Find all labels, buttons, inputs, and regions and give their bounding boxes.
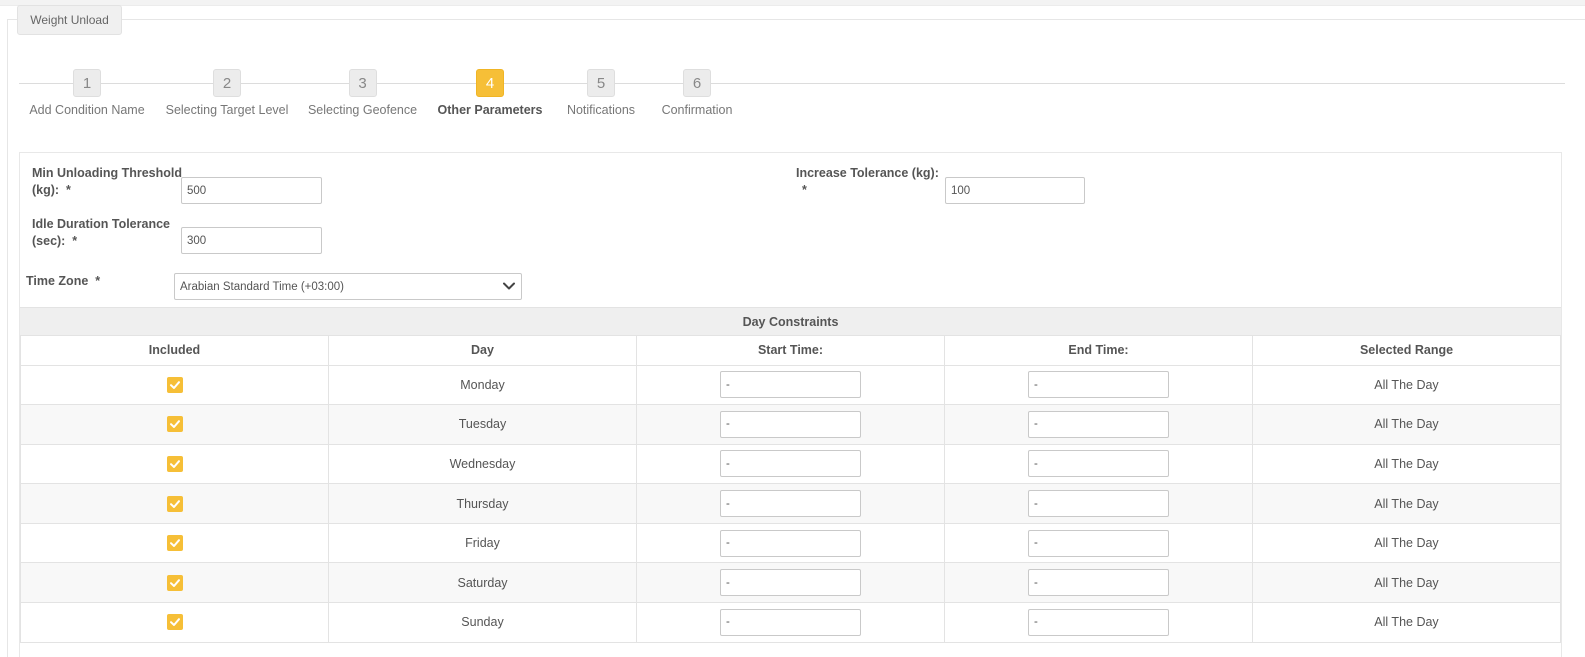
start-time-input[interactable] — [720, 410, 861, 438]
step-label: Confirmation — [661, 103, 733, 117]
start-time-input[interactable] — [720, 529, 861, 557]
included-checkbox[interactable] — [166, 416, 183, 433]
step-label: Add Condition Name — [29, 103, 145, 117]
day-name: Sunday — [328, 602, 637, 643]
included-checkbox[interactable] — [166, 574, 183, 591]
check-icon — [169, 578, 180, 587]
step-label: Other Parameters — [437, 103, 543, 117]
table-row: Wednesday All The Day — [20, 444, 1561, 485]
table-row: Saturday All The Day — [20, 562, 1561, 604]
table-row: Sunday All The Day — [20, 602, 1561, 643]
included-checkbox[interactable] — [166, 455, 183, 472]
selected-range: All The Day — [1252, 404, 1561, 445]
check-icon — [169, 380, 180, 389]
step-number: 4 — [476, 69, 504, 97]
column-header-selected-range: Selected Range — [1252, 336, 1561, 366]
day-name: Tuesday — [328, 404, 637, 445]
end-time-input[interactable] — [1028, 608, 1169, 636]
min-unloading-label: Min Unloading Threshold (kg): * — [32, 166, 182, 197]
day-constraints-header: Day Constraints — [20, 307, 1561, 336]
increase-tolerance-label: Increase Tolerance (kg): * — [796, 166, 939, 197]
wizard-step-5[interactable]: 5 Notifications — [566, 69, 636, 117]
top-bar — [0, 0, 1585, 6]
start-time-input[interactable] — [720, 608, 861, 636]
check-icon — [169, 539, 180, 548]
wizard-step-4[interactable]: 4 Other Parameters — [437, 69, 543, 117]
min-unloading-input[interactable] — [181, 177, 322, 204]
included-checkbox[interactable] — [166, 535, 183, 552]
selected-range: All The Day — [1252, 444, 1561, 485]
end-time-input[interactable] — [1028, 371, 1169, 399]
step-label: Selecting Target Level — [165, 103, 289, 117]
end-time-input[interactable] — [1028, 490, 1169, 518]
step-number: 5 — [587, 69, 615, 97]
end-time-input[interactable] — [1028, 410, 1169, 438]
step-label: Notifications — [566, 103, 636, 117]
wizard-step-3[interactable]: 3 Selecting Geofence — [307, 69, 418, 117]
step-number: 3 — [348, 69, 377, 97]
end-time-input[interactable] — [1028, 450, 1169, 478]
start-time-input[interactable] — [720, 450, 861, 478]
included-checkbox[interactable] — [166, 614, 183, 631]
selected-range: All The Day — [1252, 602, 1561, 643]
step-label: Selecting Geofence — [307, 103, 418, 117]
end-time-input[interactable] — [1028, 529, 1169, 557]
day-name: Monday — [328, 365, 637, 406]
wizard-step-1[interactable]: 1 Add Condition Name — [29, 69, 145, 117]
selected-range: All The Day — [1252, 483, 1561, 524]
table-row: Tuesday All The Day — [20, 404, 1561, 445]
day-name: Friday — [328, 523, 637, 564]
check-icon — [169, 499, 180, 508]
check-icon — [169, 460, 180, 468]
column-header-day: Day — [328, 336, 637, 366]
selected-range: All The Day — [1252, 562, 1561, 604]
time-zone-value: Arabian Standard Time (+03:00) — [180, 280, 344, 293]
table-row: Monday All The Day — [20, 365, 1561, 406]
day-constraints-table: Included Day Start Time: End Time: Selec… — [20, 336, 1561, 643]
start-time-input[interactable] — [720, 371, 861, 399]
selected-range: All The Day — [1252, 365, 1561, 406]
day-name: Saturday — [328, 562, 637, 604]
time-zone-label: Time Zone * — [26, 274, 101, 288]
step-number: 6 — [683, 69, 711, 97]
column-header-start-time: Start Time: — [636, 336, 945, 366]
wizard-step-6[interactable]: 6 Confirmation — [661, 69, 733, 117]
step-number: 1 — [73, 69, 101, 97]
day-name: Thursday — [328, 483, 637, 524]
check-icon — [169, 420, 180, 429]
idle-duration-input[interactable] — [181, 227, 322, 254]
included-checkbox[interactable] — [166, 495, 183, 512]
end-time-input[interactable] — [1028, 569, 1169, 597]
tab-weight-unload[interactable]: Weight Unload — [17, 5, 122, 35]
wizard-step-2[interactable]: 2 Selecting Target Level — [166, 69, 288, 117]
start-time-input[interactable] — [720, 490, 861, 518]
chevron-down-icon — [503, 282, 515, 290]
start-time-input[interactable] — [720, 569, 861, 597]
time-zone-select[interactable]: Arabian Standard Time (+03:00) — [174, 273, 522, 300]
day-name: Wednesday — [328, 444, 637, 485]
increase-tolerance-input[interactable] — [945, 177, 1085, 204]
table-row: Thursday All The Day — [20, 483, 1561, 524]
selected-range: All The Day — [1252, 523, 1561, 564]
step-number: 2 — [213, 69, 241, 97]
check-icon — [169, 618, 180, 627]
idle-duration-label: Idle Duration Tolerance (sec): * — [32, 217, 170, 248]
column-header-included: Included — [20, 336, 329, 366]
included-checkbox[interactable] — [166, 376, 183, 393]
column-header-end-time: End Time: — [944, 336, 1253, 366]
table-row: Friday All The Day — [20, 523, 1561, 564]
